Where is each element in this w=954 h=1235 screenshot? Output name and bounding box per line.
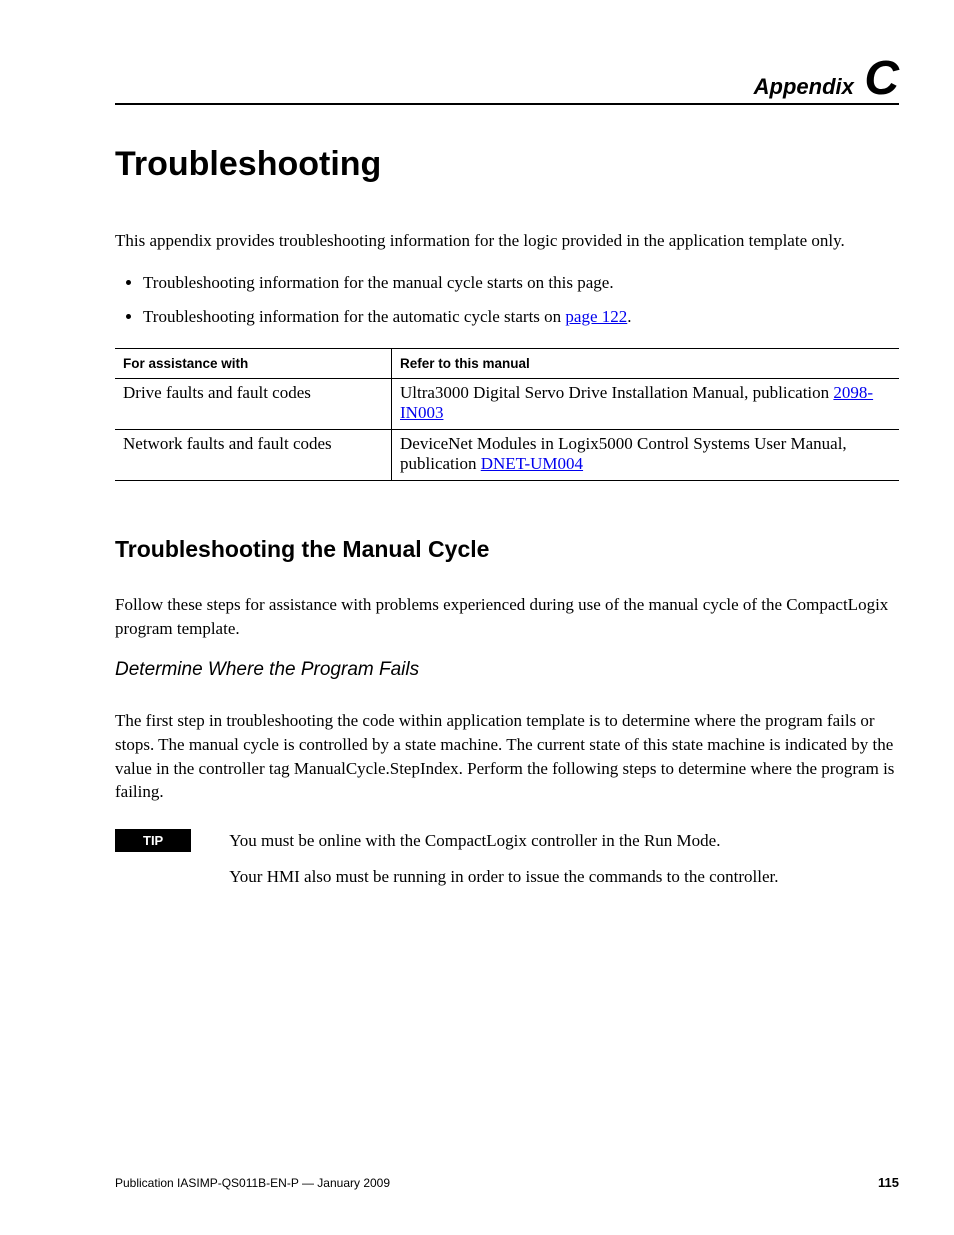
page-number: 115 [878,1175,899,1190]
appendix-header: Appendix C [115,55,899,105]
cell-text: DeviceNet Modules in Logix5000 Control S… [400,434,847,473]
section-title: Troubleshooting the Manual Cycle [115,536,899,563]
tip-block: TIP You must be online with the CompactL… [115,829,899,901]
list-item: Troubleshooting information for the manu… [143,271,899,295]
page-title: Troubleshooting [115,145,899,184]
publication-link[interactable]: DNET-UM004 [481,454,583,473]
list-item: Troubleshooting information for the auto… [143,305,899,329]
reference-table: For assistance with Refer to this manual… [115,348,899,481]
table-row: Network faults and fault codes DeviceNet… [115,430,899,481]
tip-badge: TIP [115,829,191,852]
cell-text: Ultra3000 Digital Servo Drive Installati… [400,383,833,402]
appendix-letter: C [864,52,899,105]
appendix-prefix: Appendix [754,74,854,99]
tip-line: You must be online with the CompactLogix… [229,829,778,853]
page-footer: Publication IASIMP-QS011B-EN-P — January… [115,1175,899,1190]
publication-info: Publication IASIMP-QS011B-EN-P — January… [115,1176,390,1190]
intro-bullets: Troubleshooting information for the manu… [115,271,899,329]
table-header: Refer to this manual [392,349,900,379]
table-header: For assistance with [115,349,392,379]
bullet-text-pre: Troubleshooting information for the auto… [143,307,565,326]
section-intro: Follow these steps for assistance with p… [115,593,899,641]
intro-paragraph: This appendix provides troubleshooting i… [115,229,899,253]
table-cell: Drive faults and fault codes [115,379,392,430]
table-cell: Ultra3000 Digital Servo Drive Installati… [392,379,900,430]
tip-line: Your HMI also must be running in order t… [229,865,778,889]
tip-text: You must be online with the CompactLogix… [229,829,778,901]
table-cell: Network faults and fault codes [115,430,392,481]
page-link[interactable]: page 122 [565,307,627,326]
subsection-title: Determine Where the Program Fails [115,659,899,681]
bullet-text: Troubleshooting information for the manu… [143,273,614,292]
section-body: The first step in troubleshooting the co… [115,709,899,804]
table-cell: DeviceNet Modules in Logix5000 Control S… [392,430,900,481]
bullet-text-post: . [627,307,631,326]
table-row: Drive faults and fault codes Ultra3000 D… [115,379,899,430]
